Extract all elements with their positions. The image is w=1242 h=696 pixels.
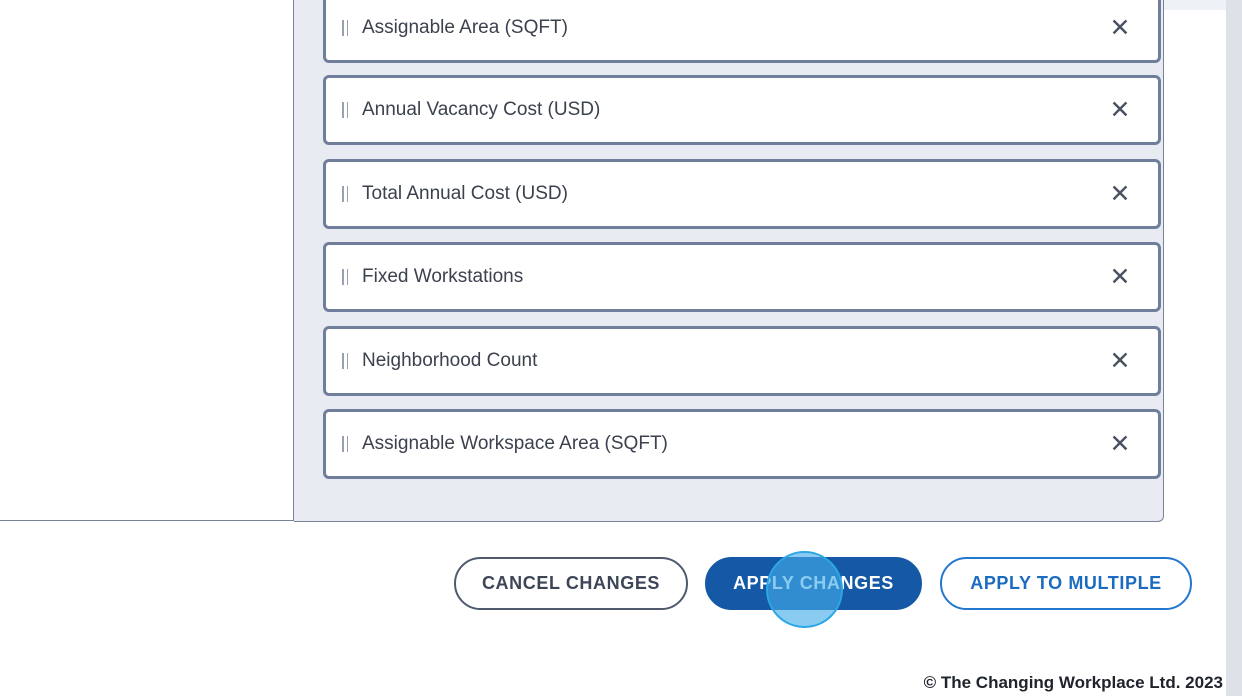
close-icon[interactable]: ✕	[1108, 264, 1132, 289]
cancel-changes-button[interactable]: CANCEL CHANGES	[454, 557, 688, 610]
field-label: Neighborhood Count	[362, 350, 538, 371]
left-panel	[0, 0, 294, 521]
field-row-neighborhood-count[interactable]: Neighborhood Count ✕	[323, 326, 1161, 396]
field-row-annual-vacancy-cost[interactable]: Annual Vacancy Cost (USD) ✕	[323, 75, 1161, 145]
drag-handle-icon[interactable]	[340, 436, 350, 452]
drag-handle-icon[interactable]	[340, 186, 350, 202]
apply-changes-button[interactable]: APPLY CHANGES	[705, 557, 922, 610]
close-icon[interactable]: ✕	[1108, 15, 1132, 40]
page: Assignable Area (SQFT) ✕ Annual Vacancy …	[0, 0, 1242, 696]
field-row-total-annual-cost[interactable]: Total Annual Cost (USD) ✕	[323, 159, 1161, 229]
field-label: Annual Vacancy Cost (USD)	[362, 99, 601, 120]
drag-handle-icon[interactable]	[340, 353, 350, 369]
scrollbar[interactable]	[1226, 0, 1242, 696]
close-icon[interactable]: ✕	[1108, 431, 1132, 456]
field-row-assignable-area[interactable]: Assignable Area (SQFT) ✕	[323, 0, 1161, 63]
field-row-assignable-workspace-area[interactable]: Assignable Workspace Area (SQFT) ✕	[323, 409, 1161, 479]
drag-handle-icon[interactable]	[340, 20, 350, 36]
drag-handle-icon[interactable]	[340, 102, 350, 118]
field-label: Assignable Area (SQFT)	[362, 17, 568, 38]
copyright-footer: © The Changing Workplace Ltd. 2023	[923, 673, 1223, 692]
close-icon[interactable]: ✕	[1108, 348, 1132, 373]
apply-to-multiple-button[interactable]: APPLY TO MULTIPLE	[940, 557, 1192, 610]
field-row-fixed-workstations[interactable]: Fixed Workstations ✕	[323, 242, 1161, 312]
close-icon[interactable]: ✕	[1108, 181, 1132, 206]
drag-handle-icon[interactable]	[340, 269, 350, 285]
field-label: Fixed Workstations	[362, 266, 524, 287]
close-icon[interactable]: ✕	[1108, 97, 1132, 122]
field-label: Total Annual Cost (USD)	[362, 183, 568, 204]
field-label: Assignable Workspace Area (SQFT)	[362, 433, 668, 454]
